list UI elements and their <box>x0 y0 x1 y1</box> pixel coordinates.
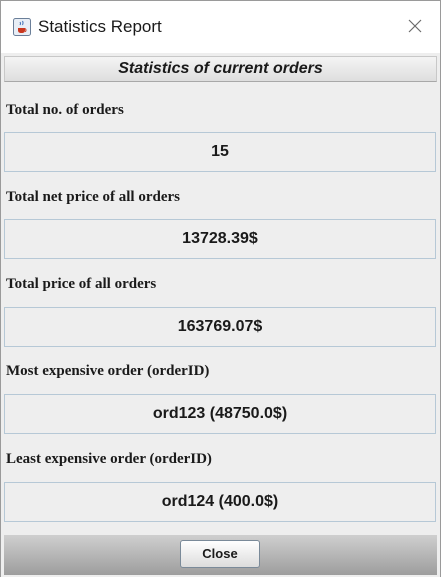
total-orders-label: Total no. of orders <box>6 102 124 118</box>
button-bar: Close <box>4 535 437 575</box>
window-title: Statistics Report <box>38 17 162 36</box>
close-button[interactable]: Close <box>180 540 260 568</box>
total-net-price-value: 13728.39$ <box>4 219 436 259</box>
total-orders-value: 15 <box>4 132 436 172</box>
report-panel: Statistics of current orders Total no. o… <box>1 53 440 577</box>
java-app-icon <box>13 18 31 36</box>
report-header: Statistics of current orders <box>4 56 437 82</box>
most-expensive-order-value: ord123 (48750.0$) <box>4 394 436 434</box>
least-expensive-order-value: ord124 (400.0$) <box>4 482 436 522</box>
least-expensive-order-label: Least expensive order (orderID) <box>6 451 212 467</box>
total-price-value: 163769.07$ <box>4 307 436 347</box>
statistics-report-window: Statistics Report Statistics of current … <box>0 0 441 577</box>
total-net-price-label: Total net price of all orders <box>6 189 181 205</box>
close-window-icon[interactable] <box>400 11 430 41</box>
title-bar: Statistics Report <box>1 1 440 53</box>
total-price-label: Total price of all orders <box>6 276 157 292</box>
most-expensive-order-label: Most expensive order (orderID) <box>6 363 210 379</box>
